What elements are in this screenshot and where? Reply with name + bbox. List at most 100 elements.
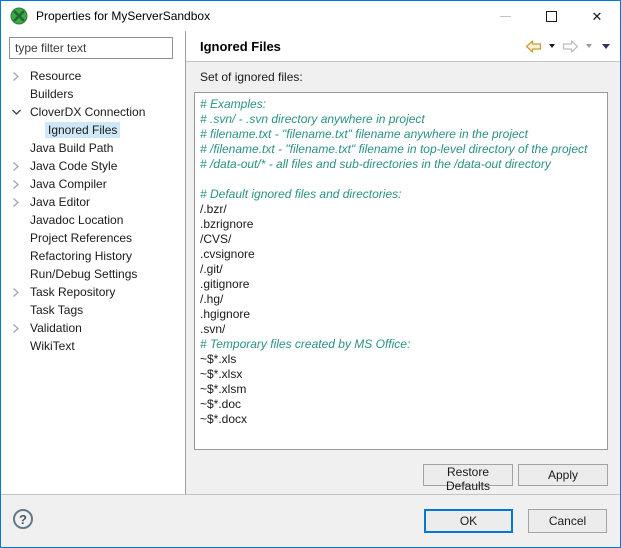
- sidebar-tree-item-label: Run/Debug Settings: [27, 266, 140, 282]
- close-icon: ✕: [592, 10, 603, 23]
- tree-expand-chevron-icon[interactable]: [9, 286, 23, 298]
- sidebar-tree-item-label: Java Build Path: [27, 140, 116, 156]
- tree-expand-chevron-icon[interactable]: [9, 196, 23, 208]
- cancel-button[interactable]: Cancel: [528, 509, 607, 533]
- editor-line: ~$*.doc: [200, 397, 607, 412]
- editor-line: # /data-out/* - all files and sub-direct…: [200, 157, 607, 172]
- view-menu-caret-icon[interactable]: [602, 44, 610, 49]
- help-icon[interactable]: ?: [13, 509, 33, 529]
- tree-expand-chevron-icon[interactable]: [9, 178, 23, 190]
- editor-line: # /filename.txt - "filename.txt" filenam…: [200, 142, 607, 157]
- editor-line: /.bzr/: [200, 202, 607, 217]
- window-title: Properties for MyServerSandbox: [36, 9, 482, 23]
- sidebar-tree-item[interactable]: Task Tags: [1, 301, 185, 319]
- forward-history-caret-icon[interactable]: [586, 44, 592, 48]
- sidebar-tree-item[interactable]: Resource: [1, 67, 185, 85]
- editor-line: ~$*.xlsm: [200, 382, 607, 397]
- forward-icon[interactable]: [562, 40, 579, 53]
- back-icon[interactable]: [525, 40, 542, 53]
- page-title: Ignored Files: [200, 39, 525, 54]
- panel-content: Set of ignored files: # Examples:# .svn/…: [186, 62, 620, 494]
- sidebar-tree-item-label: WikiText: [27, 338, 78, 354]
- editor-line: /.hg/: [200, 292, 607, 307]
- ignored-files-panel: Ignored Files: [186, 31, 620, 494]
- properties-sidebar: Resource Builders CloverDX Connection Ig…: [1, 31, 185, 494]
- tree-expand-chevron-icon[interactable]: [9, 106, 23, 118]
- dialog-footer: ? OK Cancel: [1, 494, 620, 547]
- tree-expand-chevron-icon[interactable]: [9, 322, 23, 334]
- properties-dialog: Properties for MyServerSandbox ✕ Resourc…: [0, 0, 621, 548]
- sidebar-tree-item-label: Resource: [27, 68, 84, 84]
- close-button[interactable]: ✕: [574, 1, 620, 31]
- tree-expand-chevron-icon[interactable]: [9, 142, 23, 154]
- sidebar-tree-item-label: Java Code Style: [27, 158, 120, 174]
- editor-line: ~$*.xlsx: [200, 367, 607, 382]
- editor-line: .cvsignore: [200, 247, 607, 262]
- tree-expand-chevron-icon[interactable]: [9, 214, 23, 226]
- restore-defaults-button[interactable]: Restore Defaults: [423, 464, 513, 486]
- sidebar-tree-item-label: Validation: [27, 320, 85, 336]
- sidebar-tree-item-label: Builders: [27, 86, 76, 102]
- footer-button-row: OK Cancel: [424, 509, 607, 533]
- tree-expand-chevron-icon[interactable]: [9, 340, 23, 352]
- ignored-files-editor[interactable]: # Examples:# .svn/ - .svn directory anyw…: [194, 92, 608, 450]
- tree-expand-chevron-icon[interactable]: [9, 160, 23, 172]
- sidebar-tree-item[interactable]: Validation: [1, 319, 185, 337]
- editor-line: .gitignore: [200, 277, 607, 292]
- editor-line: # Temporary files created by MS Office:: [200, 337, 607, 352]
- help-glyph: ?: [19, 512, 27, 527]
- sidebar-tree-item-label: Project References: [27, 230, 135, 246]
- sidebar-tree-item[interactable]: Javadoc Location: [1, 211, 185, 229]
- maximize-button[interactable]: [528, 1, 574, 31]
- editor-line: /.git/: [200, 262, 607, 277]
- editor-line: ~$*.xls: [200, 352, 607, 367]
- filter-input[interactable]: [9, 37, 173, 59]
- sidebar-tree-item[interactable]: Refactoring History: [1, 247, 185, 265]
- sidebar-tree-item[interactable]: CloverDX Connection: [1, 103, 185, 121]
- editor-line: # filename.txt - "filename.txt" filename…: [200, 127, 607, 142]
- sidebar-tree-item-label: Ignored Files: [45, 122, 120, 138]
- editor-line: # .svn/ - .svn directory anywhere in pro…: [200, 112, 607, 127]
- sidebar-tree-item-label: Refactoring History: [27, 248, 135, 264]
- editor-line: /CVS/: [200, 232, 607, 247]
- sidebar-tree-item[interactable]: Java Build Path: [1, 139, 185, 157]
- sidebar-tree: Resource Builders CloverDX Connection Ig…: [1, 65, 185, 355]
- editor-line: # Default ignored files and directories:: [200, 187, 607, 202]
- sidebar-tree-item-label: Task Tags: [27, 302, 86, 318]
- sidebar-tree-item[interactable]: Java Code Style: [1, 157, 185, 175]
- tree-expand-chevron-icon[interactable]: [9, 70, 23, 82]
- editor-line: .svn/: [200, 322, 607, 337]
- tree-expand-chevron-icon[interactable]: [9, 250, 23, 262]
- sidebar-tree-item[interactable]: Project References: [1, 229, 185, 247]
- editor-line: .hgignore: [200, 307, 607, 322]
- sidebar-tree-item[interactable]: Task Repository: [1, 283, 185, 301]
- tree-expand-chevron-icon[interactable]: [9, 232, 23, 244]
- sidebar-tree-item[interactable]: Java Compiler: [1, 175, 185, 193]
- sidebar-tree-item[interactable]: Ignored Files: [1, 121, 185, 139]
- maximize-icon: [546, 11, 557, 22]
- sidebar-tree-item[interactable]: Run/Debug Settings: [1, 265, 185, 283]
- minimize-button[interactable]: [482, 1, 528, 31]
- apply-button[interactable]: Apply: [518, 464, 608, 486]
- tree-expand-chevron-icon[interactable]: [9, 88, 23, 100]
- sidebar-tree-item-label: Java Editor: [27, 194, 93, 210]
- sidebar-tree-item-label: Task Repository: [27, 284, 118, 300]
- window-controls: ✕: [482, 1, 620, 31]
- editor-line: # Examples:: [200, 97, 607, 112]
- panel-header: Ignored Files: [186, 31, 620, 62]
- editor-line: ~$*.docx: [200, 412, 607, 427]
- tree-expand-chevron-icon[interactable]: [9, 304, 23, 316]
- sidebar-tree-item-label: Javadoc Location: [27, 212, 126, 228]
- sidebar-tree-item[interactable]: Java Editor: [1, 193, 185, 211]
- sidebar-tree-item[interactable]: WikiText: [1, 337, 185, 355]
- ok-button[interactable]: OK: [424, 509, 513, 533]
- title-bar[interactable]: Properties for MyServerSandbox ✕: [1, 1, 620, 31]
- header-toolbar: [525, 40, 610, 53]
- tree-expand-chevron-icon[interactable]: [9, 268, 23, 280]
- back-history-caret-icon[interactable]: [549, 44, 555, 48]
- sidebar-tree-item[interactable]: Builders: [1, 85, 185, 103]
- set-of-ignored-files-label: Set of ignored files:: [200, 70, 608, 84]
- editor-line: [200, 172, 607, 187]
- minimize-icon: [500, 16, 511, 17]
- tree-expand-chevron-icon[interactable]: [27, 124, 41, 136]
